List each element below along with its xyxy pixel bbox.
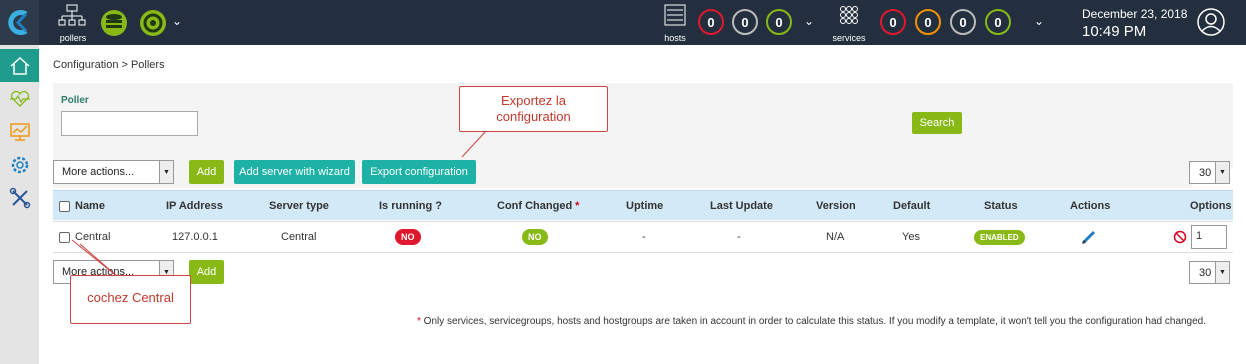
check-central-callout: cochez Central: [70, 275, 191, 324]
export-callout: Exportez la configuration: [459, 86, 608, 132]
